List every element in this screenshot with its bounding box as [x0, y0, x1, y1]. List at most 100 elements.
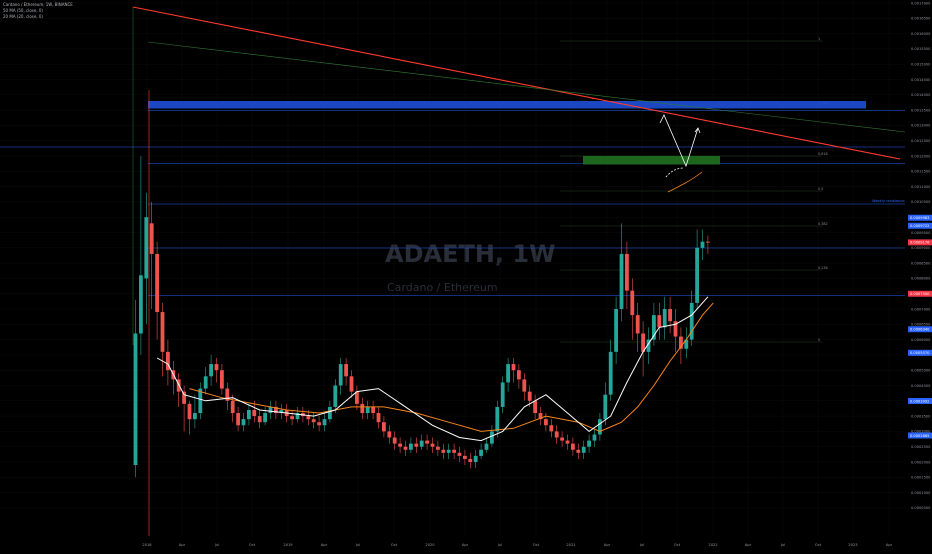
- candle-body: [527, 391, 532, 401]
- price-tick-label: 0.0013000: [911, 124, 931, 128]
- fib-level-label: 0.5: [818, 187, 823, 191]
- price-level-label: 0.0002865: [910, 434, 929, 438]
- candle-body: [317, 422, 321, 426]
- price-tick-label: 0.0014000: [911, 93, 931, 97]
- price-level-label: 0.0006340: [910, 327, 930, 331]
- candle-body: [425, 440, 429, 444]
- price-tick-label: 0.0001000: [911, 491, 931, 495]
- candle-body: [290, 416, 294, 420]
- candle-body: [344, 364, 348, 377]
- candle-body: [409, 443, 413, 450]
- time-tick-label: Jul: [497, 543, 502, 547]
- price-tick-label: 0.0006500: [911, 323, 931, 327]
- price-level-label: 0.0003992: [910, 399, 929, 403]
- price-tick-label: 0.0001500: [911, 476, 931, 480]
- candle-body: [230, 400, 235, 414]
- price-tick-label: 0.0012000: [911, 154, 931, 158]
- candle-body: [349, 376, 354, 392]
- candle-body: [511, 364, 516, 371]
- candle-body: [392, 437, 397, 444]
- candle-body: [533, 400, 537, 414]
- candle-body: [700, 241, 705, 248]
- time-axis-bg: [0, 536, 905, 550]
- fib-retracement: 10.7860.6180.50.3820.2360: [560, 37, 828, 342]
- candle-body: [376, 413, 381, 423]
- candle-body: [338, 364, 343, 386]
- price-axis-bg: [905, 0, 932, 550]
- candle-body: [592, 434, 597, 441]
- candle-body: [635, 315, 640, 334]
- candle-body: [144, 217, 149, 279]
- candle-body: [220, 370, 224, 389]
- time-tick-label: Apr: [886, 543, 893, 547]
- support-zone: [583, 156, 720, 165]
- chart-area[interactable]: ADAETH, 1W Cardano / Ethereum 10.7860.61…: [0, 0, 932, 550]
- candle-body: [160, 312, 165, 352]
- price-tick-label: 0.0007000: [911, 307, 931, 311]
- price-tick-label: 0.0005000: [911, 369, 931, 373]
- candle-body: [187, 403, 192, 420]
- time-tick-label: 2018: [142, 543, 152, 547]
- candle-body: [463, 455, 467, 459]
- candle-body: [311, 419, 316, 423]
- candle-body: [419, 440, 424, 447]
- candle-body: [149, 223, 154, 254]
- price-tick-label: 0.0000500: [911, 506, 931, 510]
- time-tick-label: Oct: [391, 543, 398, 547]
- candle-body: [695, 247, 699, 303]
- candle-body: [214, 364, 219, 371]
- candle-body: [365, 406, 370, 414]
- candle-body: [706, 241, 710, 243]
- time-tick-label: Oct: [249, 543, 256, 547]
- candle-body: [500, 382, 505, 407]
- candle-body: [560, 437, 564, 441]
- price-level-label: 0.0005570: [910, 351, 930, 355]
- price-level-label: 0.0007500: [910, 292, 930, 296]
- time-tick-label: 2019: [283, 543, 293, 547]
- watermark-symbol: ADAETH, 1W: [385, 240, 556, 268]
- candle-body: [306, 416, 311, 420]
- time-tick-label: Apr: [745, 543, 752, 547]
- candle-body: [495, 406, 500, 432]
- fib-level-label: 0: [818, 338, 820, 342]
- price-tick-label: 0.0009500: [911, 231, 931, 235]
- price-tick-label: 0.0012500: [911, 139, 931, 143]
- candle-body: [441, 449, 446, 453]
- candle-body: [576, 449, 581, 453]
- time-tick-label: Apr: [179, 543, 186, 547]
- time-tick-label: Jul: [355, 543, 360, 547]
- candle-body: [619, 253, 624, 309]
- price-level-label: 0.0009722: [910, 224, 929, 228]
- price-tick-label: 0.0013500: [911, 108, 931, 112]
- price-tick-label: 0.0015500: [911, 47, 931, 51]
- ma50-projection: [667, 171, 703, 193]
- candle-body: [544, 419, 548, 426]
- resistance-zone: [148, 101, 866, 109]
- time-tick-label: Jul: [214, 543, 219, 547]
- candle-body: [209, 364, 213, 377]
- candle-body: [328, 406, 332, 420]
- time-tick-label: Oct: [815, 543, 822, 547]
- candle-body: [252, 409, 257, 417]
- candle-body: [263, 413, 267, 423]
- time-tick-label: 2023: [848, 543, 857, 547]
- time-axis[interactable]: 2018 Apr Jul Oct 2019 Apr Jul Oct 2020 Apr Jul Oct 2…: [0, 536, 905, 550]
- candle-body: [155, 253, 159, 313]
- price-tick-label: 0.0016000: [911, 32, 931, 36]
- time-tick-label: Oct: [674, 543, 681, 547]
- watermark-name: Cardano / Ethereum: [387, 281, 498, 294]
- candle-body: [603, 394, 608, 420]
- candle-body: [479, 449, 483, 456]
- price-tick-label: 0.0004500: [911, 384, 931, 388]
- candle-body: [598, 419, 602, 435]
- red-trendline: [132, 6, 901, 160]
- candle-body: [241, 419, 246, 426]
- candlestick-chart[interactable]: ADAETH, 1W Cardano / Ethereum 10.7860.61…: [0, 0, 932, 550]
- price-tick-label: 0.0006000: [911, 338, 931, 342]
- indicator-ma20-label: 20 MA (20, close, 0): [3, 14, 43, 19]
- price-tick-label: 0.0008500: [911, 261, 931, 265]
- price-axis[interactable]: 0.0017000 0.0016500 0.0016000 0.0015500 0.00…: [905, 0, 932, 550]
- price-tick-label: 0.0015000: [911, 63, 931, 67]
- chart-title: Cardano / Ethereum, 1W, BINANCE: [3, 2, 73, 7]
- candle-body: [581, 446, 586, 453]
